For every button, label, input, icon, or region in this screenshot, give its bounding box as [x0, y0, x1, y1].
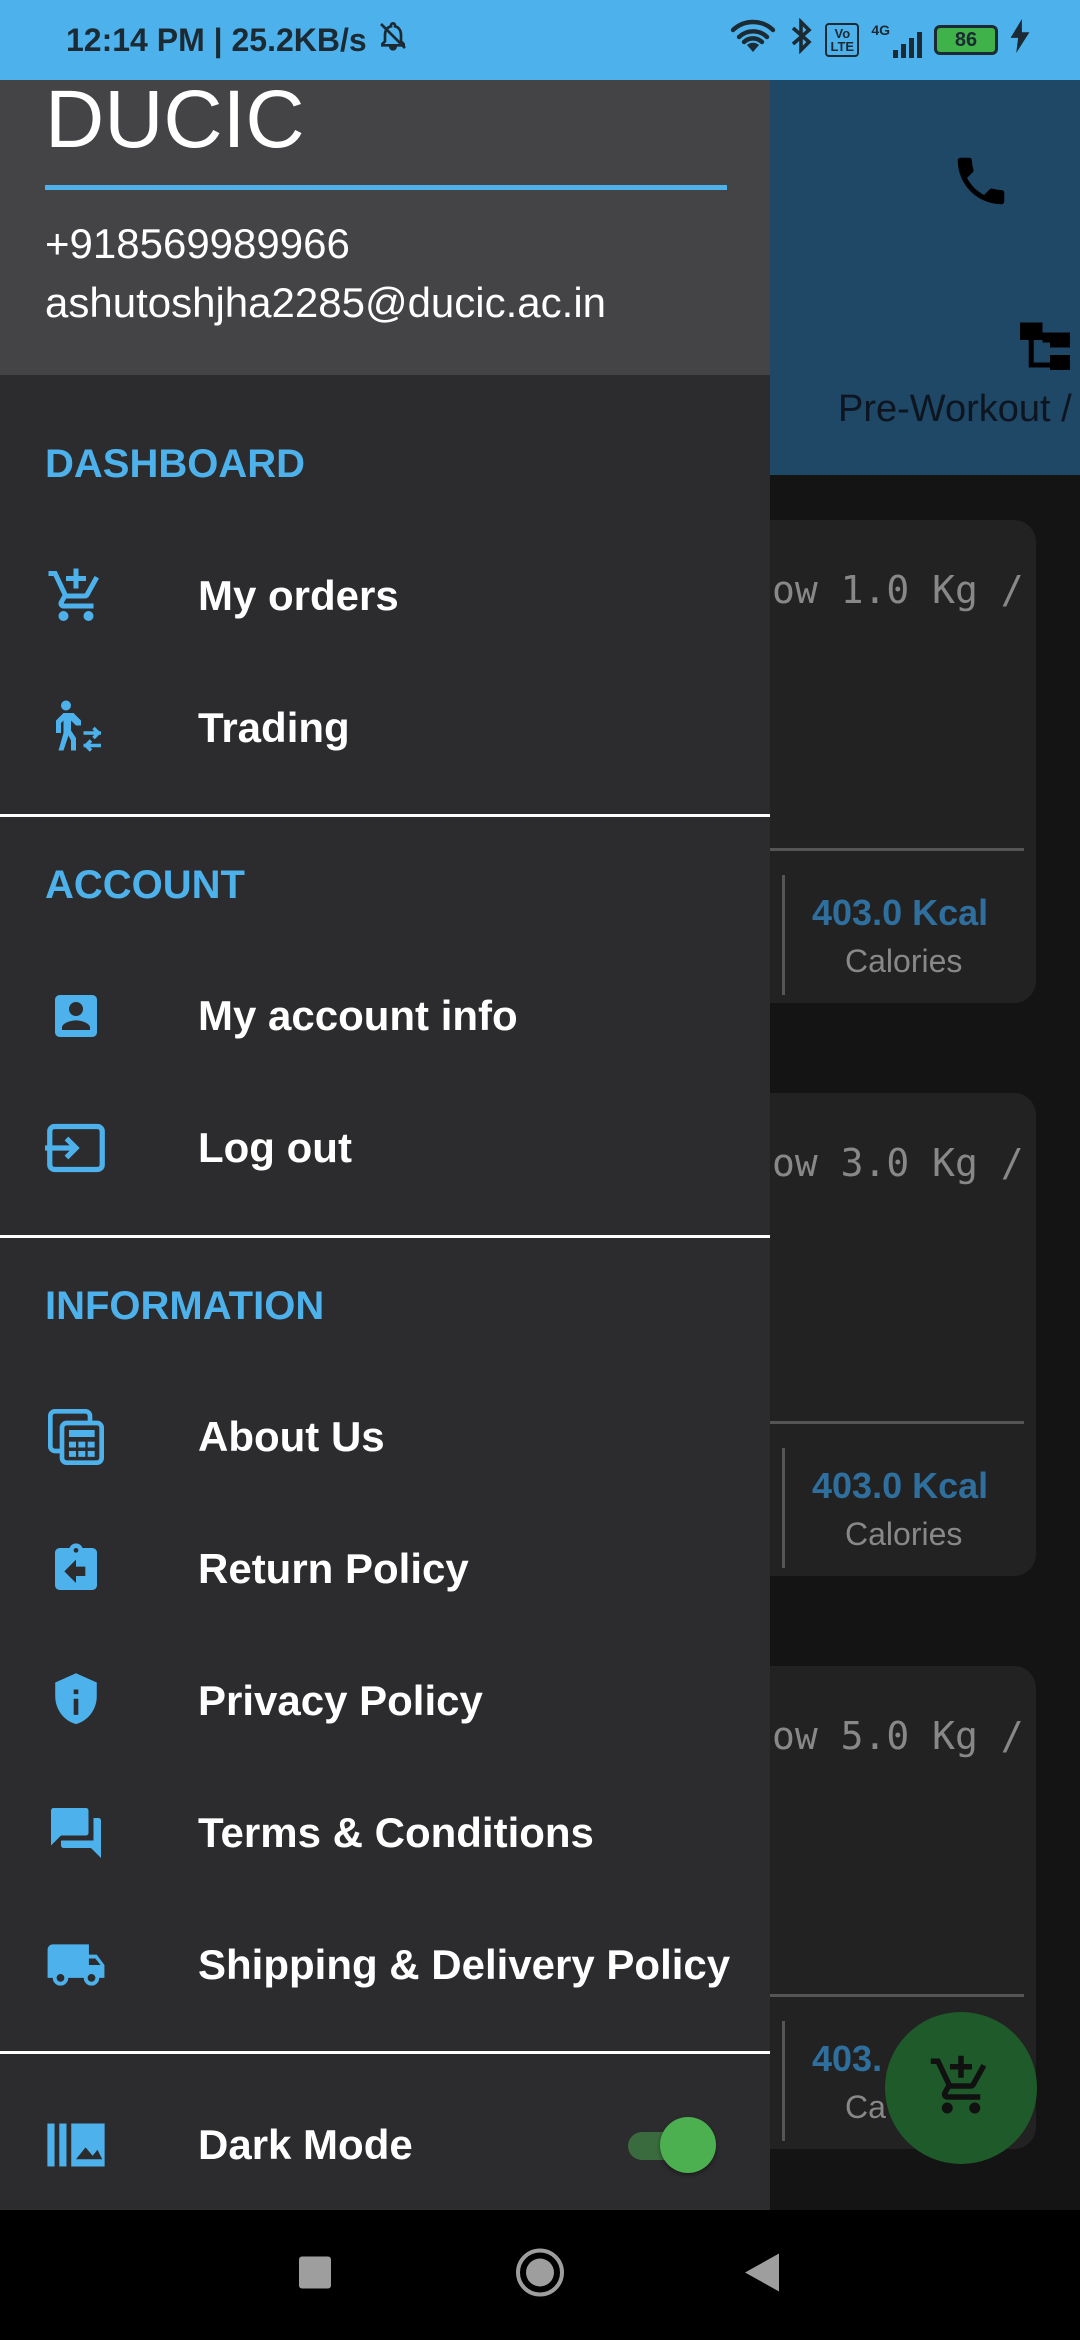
add-cart-icon — [928, 2053, 994, 2124]
user-phone: +918569989966 — [45, 220, 350, 267]
chat-bubbles-icon — [45, 1802, 107, 1864]
battery-level: 86 — [954, 28, 978, 51]
photo-library-icon — [45, 2114, 107, 2176]
card-divider — [770, 1994, 1024, 1997]
network-type: 4G — [871, 22, 890, 38]
card-kcal-label: Calories — [845, 943, 963, 979]
menu-item-privacy-policy[interactable]: Privacy Policy — [0, 1641, 770, 1761]
menu-item-shipping-delivery[interactable]: Shipping & Delivery Policy — [0, 1905, 770, 2025]
card-weight: ow 5.0 Kg / — [772, 1714, 1024, 1758]
phone-icon[interactable] — [950, 150, 1012, 217]
category-tree-icon — [1020, 322, 1080, 383]
calculator-icon — [45, 1406, 107, 1468]
wifi-icon — [729, 18, 777, 62]
background-category-label: Pre-Workout / — [838, 388, 1072, 430]
menu-item-about-us[interactable]: About Us — [0, 1377, 770, 1497]
triangle-back-icon — [745, 2253, 779, 2296]
menu-item-return-policy[interactable]: Return Policy — [0, 1509, 770, 1629]
person-swap-icon — [45, 697, 107, 759]
shield-info-icon — [45, 1670, 107, 1732]
logout-icon — [45, 1117, 107, 1179]
dark-mode-toggle[interactable] — [628, 2115, 720, 2175]
menu-item-label: Shipping & Delivery Policy — [198, 1941, 731, 1988]
menu-item-log-out[interactable]: Log out — [0, 1088, 770, 1208]
brand-underline — [45, 185, 727, 190]
card-divider — [770, 848, 1024, 851]
assignment-return-icon — [45, 1538, 107, 1600]
system-navigation-bar — [0, 2210, 1080, 2340]
section-information: INFORMATION — [45, 1284, 325, 1328]
card-kcal-label: Calories — [845, 1516, 963, 1552]
add-cart-icon — [45, 565, 107, 627]
truck-icon — [45, 1934, 107, 1996]
section-divider — [0, 2051, 770, 2054]
battery-icon: 86 — [934, 25, 998, 55]
drawer-header: DUCIC +918569989966 ashutoshjha2285@duci… — [0, 80, 770, 375]
toggle-knob — [660, 2117, 716, 2173]
card-weight: ow 3.0 Kg / — [772, 1141, 1024, 1185]
section-dashboard: DASHBOARD — [45, 442, 305, 486]
card-divider — [782, 2021, 785, 2141]
card-divider — [770, 1421, 1024, 1424]
bluetooth-icon — [789, 17, 813, 62]
menu-item-trading[interactable]: Trading — [0, 668, 770, 788]
menu-item-label: About Us — [198, 1413, 385, 1460]
navigation-drawer: DUCIC +918569989966 ashutoshjha2285@duci… — [0, 80, 770, 2210]
signal-icon: 4G — [871, 22, 922, 58]
card-kcal: 403. — [812, 2038, 883, 2079]
card-kcal: 403.0 Kcal — [812, 892, 989, 933]
menu-item-label: Terms & Conditions — [198, 1809, 594, 1856]
brand-title: DUCIC — [45, 80, 305, 165]
menu-item-label: Dark Mode — [198, 2121, 413, 2168]
status-bar: 12:14 PM | 25.2KB/s Vo LTE 4G 86 — [0, 0, 1080, 80]
menu-item-label: My account info — [198, 992, 518, 1039]
circle-icon — [514, 2248, 566, 2303]
card-weight: ow 1.0 Kg / — [772, 568, 1024, 612]
user-email: ashutoshjha2285@ducic.ac.in — [45, 279, 607, 326]
charging-icon — [1010, 19, 1030, 61]
card-kcal-label: Ca — [845, 2089, 886, 2125]
square-icon — [299, 2256, 331, 2293]
menu-item-label: Privacy Policy — [198, 1677, 483, 1724]
home-button[interactable] — [514, 2247, 566, 2304]
account-box-icon — [45, 985, 107, 1047]
card-divider — [782, 1448, 785, 1568]
menu-item-my-account-info[interactable]: My account info — [0, 956, 770, 1076]
recents-button[interactable] — [299, 2256, 331, 2294]
menu-item-label: Log out — [198, 1124, 352, 1171]
menu-item-label: Trading — [198, 704, 350, 751]
section-account: ACCOUNT — [45, 863, 245, 907]
menu-item-label: Return Policy — [198, 1545, 469, 1592]
menu-item-my-orders[interactable]: My orders — [0, 536, 770, 656]
silent-bell-icon — [377, 19, 409, 61]
status-time-speed: 12:14 PM | 25.2KB/s — [66, 21, 367, 58]
card-divider — [782, 875, 785, 995]
section-divider — [0, 1235, 770, 1238]
menu-item-dark-mode[interactable]: Dark Mode — [0, 2085, 770, 2205]
card-kcal: 403.0 Kcal — [812, 1465, 989, 1506]
section-divider — [0, 814, 770, 817]
cart-fab-button[interactable] — [885, 2012, 1037, 2164]
volte-icon: Vo LTE — [825, 23, 860, 57]
menu-item-label: My orders — [198, 572, 399, 619]
menu-item-terms-conditions[interactable]: Terms & Conditions — [0, 1773, 770, 1893]
back-button[interactable] — [745, 2253, 779, 2297]
